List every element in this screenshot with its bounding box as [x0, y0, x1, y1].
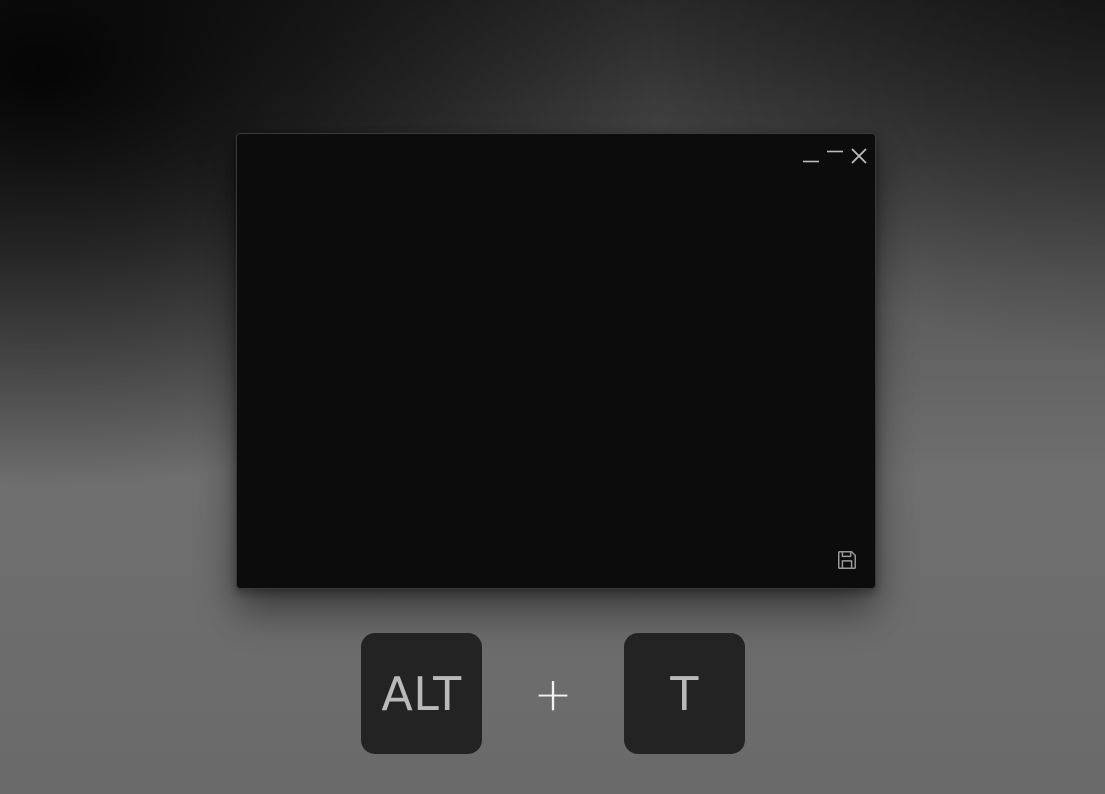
- collapse-icon: [803, 160, 819, 163]
- collapse-button[interactable]: [799, 144, 823, 168]
- plus-separator: +: [533, 666, 573, 721]
- close-button[interactable]: [847, 144, 871, 168]
- window-controls: [799, 144, 871, 168]
- minimize-button[interactable]: [823, 144, 847, 168]
- minimize-icon: [827, 150, 843, 153]
- keyboard-shortcut: ALT + T: [0, 633, 1105, 754]
- key-t: T: [624, 633, 745, 754]
- close-icon: [851, 148, 867, 164]
- app-window: [236, 133, 876, 589]
- key-alt: ALT: [361, 633, 482, 754]
- save-button[interactable]: [835, 548, 859, 572]
- save-icon: [838, 551, 856, 569]
